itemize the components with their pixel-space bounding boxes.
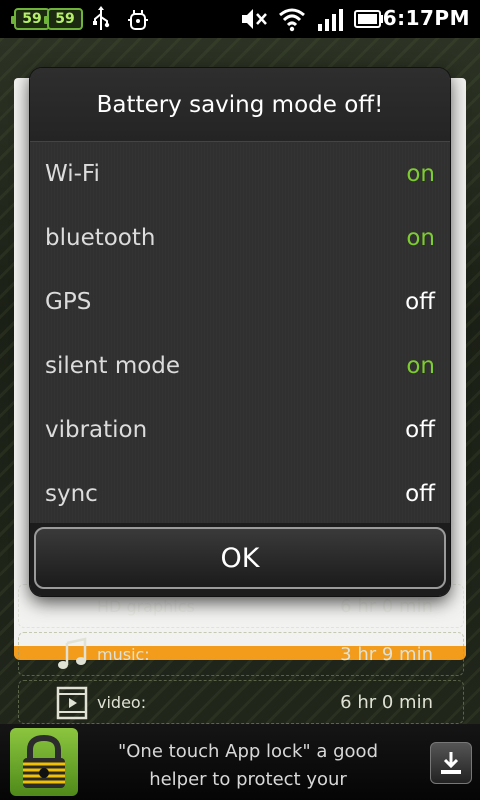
battery-badge-value: 59	[55, 11, 75, 27]
stat-value: 6 hr 0 min	[340, 691, 433, 713]
setting-row-silent-mode: silent mode on	[30, 335, 450, 399]
stat-row-video: video: 6 hr 0 min	[18, 680, 464, 724]
setting-row-sync: sync off	[30, 463, 450, 527]
stat-label: music:	[97, 644, 150, 664]
setting-row-bluetooth: bluetooth on	[30, 207, 450, 271]
ok-button[interactable]: OK	[34, 527, 446, 589]
setting-row-wifi: Wi-Fi on	[30, 143, 450, 207]
settings-list: Wi-Fi on bluetooth on GPS off silent mod…	[30, 143, 450, 523]
ad-text-line2: helper to protect your	[149, 769, 347, 790]
usb-icon	[93, 6, 110, 30]
stat-label: HD graphics	[97, 596, 195, 616]
ad-banner[interactable]: "One touch App lock" a good helper to pr…	[0, 724, 480, 800]
debug-icon	[128, 10, 148, 30]
mute-icon	[242, 9, 267, 29]
setting-state: on	[406, 225, 435, 251]
signal-icon	[318, 9, 343, 31]
music-icon	[58, 637, 87, 669]
setting-name: vibration	[45, 417, 148, 443]
battery-badge-value: 59	[22, 11, 42, 27]
ad-app-icon[interactable]	[10, 728, 78, 796]
setting-state: off	[405, 481, 435, 507]
setting-state: on	[406, 161, 435, 187]
lock-icon	[23, 734, 65, 788]
battery-badge-icon: 59	[44, 8, 83, 30]
download-icon	[441, 752, 461, 774]
setting-state: off	[405, 289, 435, 315]
stat-row-music: music: 3 hr 9 min	[18, 632, 464, 676]
battery-saving-dialog: Battery saving mode off! Wi-Fi on blueto…	[30, 68, 450, 596]
setting-name: bluetooth	[45, 225, 156, 251]
dialog-button-bar: OK	[30, 523, 450, 596]
setting-state: off	[405, 417, 435, 443]
video-icon	[56, 686, 88, 720]
wifi-icon	[279, 8, 305, 32]
battery-icon	[354, 10, 383, 28]
stat-value: 3 hr 9 min	[340, 643, 433, 665]
ad-text: "One touch App lock" a good helper to pr…	[98, 738, 398, 794]
setting-name: Wi-Fi	[45, 161, 100, 187]
ad-text-line1: "One touch App lock" a good	[117, 741, 378, 762]
stat-label: video:	[97, 692, 147, 712]
setting-name: silent mode	[45, 353, 181, 379]
setting-state: on	[406, 353, 435, 379]
status-bar: 59 59 6:17PM	[0, 0, 480, 38]
setting-name: sync	[45, 481, 98, 507]
clock: 6:17PM	[382, 6, 470, 30]
setting-row-gps: GPS off	[30, 271, 450, 335]
setting-name: GPS	[45, 289, 92, 315]
dialog-title: Battery saving mode off!	[30, 68, 450, 142]
setting-row-vibration: vibration off	[30, 399, 450, 463]
stat-value: 6 hr 0 min	[340, 595, 433, 617]
download-button[interactable]	[430, 742, 472, 784]
